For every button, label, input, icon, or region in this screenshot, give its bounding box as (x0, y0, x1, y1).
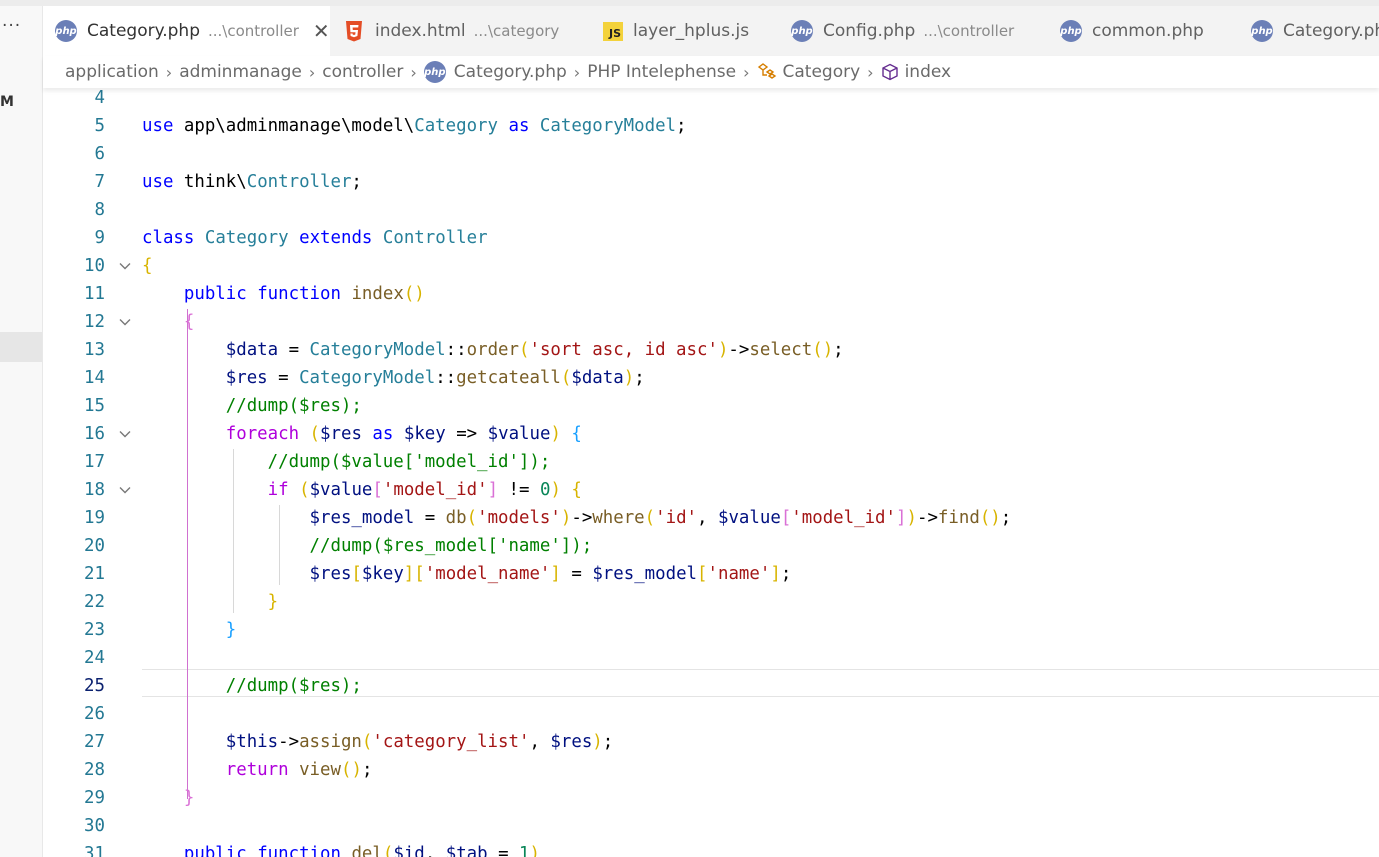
close-icon[interactable]: ✕ (313, 19, 330, 43)
code-line[interactable]: use think\Controller; (142, 168, 362, 196)
php-icon: php (791, 20, 813, 42)
line-number: 12 (84, 312, 105, 332)
tab-label: Config.php (823, 21, 916, 41)
code-line[interactable]: public function index() (142, 280, 425, 308)
tab-common-php[interactable]: php common.php (1048, 6, 1235, 56)
code-line[interactable]: $this->assign('category_list', $res); (142, 728, 614, 756)
editor-tab-bar: php Category.php ...\controller ✕ index.… (43, 6, 1379, 56)
line-number: 10 (84, 256, 105, 276)
breadcrumb-separator: › (573, 62, 581, 82)
code-line[interactable]: foreach ($res as $key => $value) { (142, 420, 582, 448)
tab-category-php[interactable]: php Category.php ...\controller ✕ (43, 6, 330, 56)
code-line[interactable]: } (142, 588, 278, 616)
tab-label: index.html (375, 21, 466, 41)
tab-description: ...\controller (208, 22, 299, 40)
line-number: 14 (84, 368, 105, 388)
line-number: 11 (84, 284, 105, 304)
code-line[interactable]: use app\adminmanage\model\Category as Ca… (142, 112, 687, 140)
breadcrumb-controller[interactable]: controller (322, 62, 403, 82)
code-line[interactable]: return view(); (142, 756, 373, 784)
code-line[interactable]: $res = CategoryModel::getcateall($data); (142, 364, 645, 392)
line-number: 23 (84, 620, 105, 640)
code-line[interactable]: } (142, 616, 236, 644)
line-number: 20 (84, 536, 105, 556)
breadcrumb-class[interactable]: Category (783, 62, 861, 82)
code-line[interactable]: } (142, 784, 194, 812)
breadcrumb-adminmanage[interactable]: adminmanage (179, 62, 302, 82)
breadcrumb-application[interactable]: application (65, 62, 159, 82)
line-number: 16 (84, 424, 105, 444)
line-number: 7 (94, 172, 105, 192)
breadcrumb-separator: › (165, 62, 173, 82)
line-number: 22 (84, 592, 105, 612)
line-number: 6 (94, 144, 105, 164)
line-number: 8 (94, 200, 105, 220)
tab-config-php[interactable]: php Config.php ...\controller (779, 6, 1044, 56)
line-number: 31 (84, 844, 105, 857)
line-number: 28 (84, 760, 105, 780)
line-number: 18 (84, 480, 105, 500)
tab-layer-hplus-js[interactable]: JS layer_hplus.js (591, 6, 776, 56)
fold-chevron-icon[interactable] (117, 420, 133, 448)
line-number: 15 (84, 396, 105, 416)
code-line[interactable]: class Category extends Controller (142, 224, 488, 252)
tab-category-php-2[interactable]: php Category.ph (1239, 6, 1379, 56)
line-number: 29 (84, 788, 105, 808)
tab-label: common.php (1092, 21, 1204, 41)
breadcrumb-separator: › (308, 62, 316, 82)
php-icon: php (1251, 20, 1273, 42)
code-line[interactable]: $res[$key]['model_name'] = $res_model['n… (142, 560, 792, 588)
line-number: 24 (84, 648, 105, 668)
breadcrumb-separator: › (410, 62, 417, 82)
fold-chevron-icon[interactable] (117, 308, 133, 336)
code-line[interactable]: $res_model = db('models')->where('id', $… (142, 504, 1012, 532)
breadcrumb-file[interactable]: Category.php (454, 62, 567, 82)
code-line[interactable]: if ($value['model_id'] != 0) { (142, 476, 582, 504)
tab-label: Category.php (87, 21, 200, 41)
line-number: 27 (84, 732, 105, 752)
line-number: 30 (84, 816, 105, 836)
code-editor[interactable]: 4 5 6 7 8 9 10 11 12 13 14 15 16 17 18 1… (43, 88, 1379, 857)
code-line[interactable]: //dump($value['model_id']); (142, 448, 551, 476)
line-number: 17 (84, 452, 105, 472)
sidebar-selected-row[interactable] (0, 332, 42, 362)
breadcrumb-language-server[interactable]: PHP Intelephense (587, 62, 736, 82)
line-number: 4 (94, 88, 105, 108)
method-symbol-icon (881, 63, 898, 81)
line-number: 26 (84, 704, 105, 724)
tab-description: ...\category (473, 22, 560, 40)
breadcrumb: application › adminmanage › controller ›… (43, 56, 1379, 88)
tab-label: Category.ph (1283, 21, 1379, 41)
code-line[interactable]: { (142, 252, 152, 280)
tab-index-html[interactable]: index.html ...\category (333, 6, 588, 56)
line-number: 5 (94, 116, 105, 136)
modified-indicator: M (0, 94, 14, 110)
fold-chevron-icon[interactable] (117, 476, 133, 504)
line-number: 13 (84, 340, 105, 360)
code-line[interactable]: public function del($id, $tab = 1) (142, 840, 540, 857)
code-line-current[interactable]: //dump($res); (142, 672, 362, 700)
more-actions-icon[interactable]: ··· (2, 16, 21, 36)
tab-description: ...\controller (923, 22, 1015, 40)
class-symbol-icon (757, 63, 776, 79)
activity-sidebar: ··· M (0, 6, 43, 857)
code-line[interactable]: //dump($res_model['name']); (142, 532, 593, 560)
line-number: 19 (84, 508, 105, 528)
fold-chevron-icon[interactable] (117, 252, 133, 280)
line-number-current: 25 (84, 676, 105, 696)
php-icon: php (55, 20, 77, 42)
html5-icon (345, 20, 363, 42)
code-line[interactable]: $data = CategoryModel::order('sort asc, … (142, 336, 844, 364)
php-icon: php (423, 61, 446, 83)
code-line[interactable]: { (142, 308, 194, 336)
tab-label: layer_hplus.js (633, 21, 750, 41)
line-number: 21 (84, 564, 105, 584)
js-icon: JS (603, 21, 623, 41)
php-icon: php (1060, 20, 1082, 42)
code-line[interactable]: //dump($res); (142, 392, 362, 420)
breadcrumb-separator: › (743, 62, 750, 82)
breadcrumb-separator: › (867, 62, 874, 82)
line-number: 9 (94, 228, 105, 248)
breadcrumb-method[interactable]: index (905, 62, 952, 82)
